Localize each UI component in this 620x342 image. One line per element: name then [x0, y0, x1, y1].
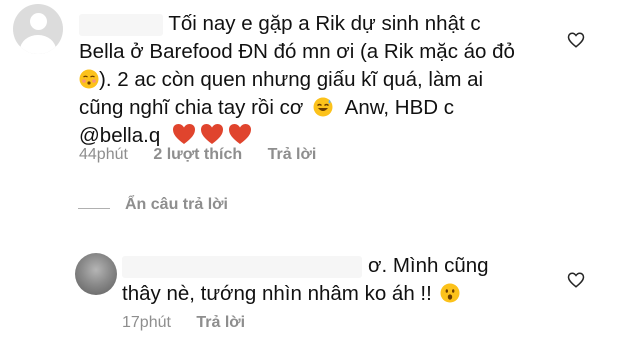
red-heart-emoji [172, 124, 195, 144]
kissing-face-emoji [79, 69, 99, 89]
comment-line: ). 2 ac còn quen nhưng giấu kĩ quá, làm … [79, 66, 515, 94]
avatar-placeholder-head [30, 13, 47, 30]
likes-count[interactable]: 2 lượt thích [153, 146, 242, 163]
comment-text: ơ. Mình cũng thây nè, tướng nhìn nhâm ko… [122, 252, 489, 308]
comment-line: cũng nghĩ chia tay rồi cơ Anw, HBD c [79, 96, 455, 119]
red-heart-emoji [228, 124, 251, 144]
mention-link[interactable]: @bella.q [79, 124, 160, 147]
reply-button[interactable]: Trả lời [196, 314, 245, 331]
comment-meta: 44phút 2 lượt thích Trả lời [79, 146, 337, 164]
heart-outline-icon[interactable] [567, 271, 585, 289]
surprised-face-emoji [440, 283, 460, 303]
red-heart-emoji [200, 124, 223, 144]
hidden-username[interactable] [79, 13, 163, 36]
reply-button[interactable]: Trả lời [268, 146, 317, 163]
avatar-placeholder-body [20, 35, 56, 54]
divider [78, 208, 110, 209]
avatar[interactable] [75, 253, 117, 295]
avatar[interactable] [13, 4, 63, 54]
comment-text: Tối nay e gặp a Rik dự sinh nhật c Bella… [79, 10, 515, 150]
comment-timestamp: 44phút [79, 146, 128, 163]
comment-line: thây nè, tướng nhìn nhâm ko áh !! [122, 280, 489, 308]
comment-line: Tối nay e gặp a Rik dự sinh nhật c [79, 10, 515, 38]
grinning-sweat-emoji [313, 97, 333, 117]
comment-meta: 17phút Trả lời [122, 314, 266, 332]
comment-line: ơ. Mình cũng [122, 252, 489, 280]
heart-outline-icon[interactable] [567, 31, 585, 49]
hidden-username[interactable] [122, 255, 362, 278]
comment-line: Bella ở Barefood ĐN đó mn ơi (a Rik mặc … [79, 40, 515, 63]
comment-timestamp: 17phút [122, 314, 171, 331]
hide-replies-button[interactable]: Ẩn câu trả lời [125, 196, 228, 214]
